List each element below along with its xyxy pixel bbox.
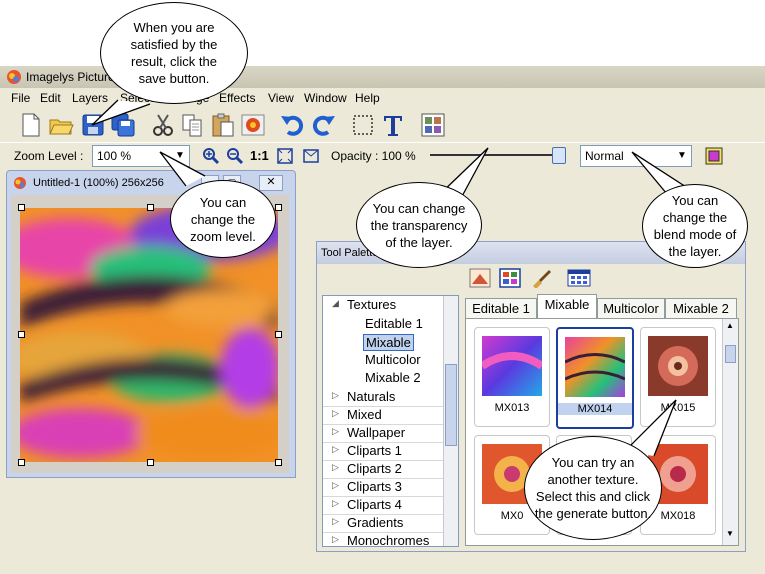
menu-effects[interactable]: Effects [219,91,255,105]
opacity-label: Opacity : 100 % [331,149,416,163]
menu-window[interactable]: Window [304,91,347,105]
resize-handle[interactable] [275,459,282,466]
resize-handle[interactable] [275,204,282,211]
callout-opacity: You can change the transparency of the l… [356,182,482,268]
category-tree: ◢ Textures Editable 1 Mixable Multicolor… [322,295,459,547]
tree-sub-mixable[interactable]: Mixable [363,334,414,351]
callout-save: When you are satisfied by the result, cl… [100,2,248,104]
callout-blend: You can change the blend mode of the lay… [642,184,748,268]
tree-sub-multicolor[interactable]: Multicolor [365,352,421,367]
brush-icon[interactable] [529,268,553,288]
blend-mode-select[interactable]: Normal ▼ [580,145,692,167]
chevron-down-icon[interactable]: ▼ [173,148,187,163]
document-title: Untitled-1 (100%) 256x256 [33,177,164,189]
tab-editable-1[interactable]: Editable 1 [465,298,537,320]
window-layout-icon[interactable] [567,268,591,288]
scroll-down-icon[interactable]: ▼ [725,529,735,539]
tree-scroll-thumb[interactable] [445,364,457,446]
texture-cell[interactable]: MX013 [474,327,550,427]
tab-mixable-2[interactable]: Mixable 2 [665,298,737,320]
paste-icon[interactable] [210,112,236,138]
grid-scroll-thumb[interactable] [725,345,736,363]
new-file-icon[interactable] [18,112,44,138]
save-all-icon[interactable] [110,112,136,138]
open-folder-icon[interactable] [48,112,74,138]
texture-cell-selected[interactable]: MX014 [556,327,634,429]
thumbnails-icon[interactable] [420,112,446,138]
copy-icon[interactable] [180,112,206,138]
actual-size-button[interactable]: 1:1 [250,148,269,163]
menu-help[interactable]: Help [355,91,380,105]
fit-window-icon[interactable] [276,147,294,165]
layer-properties-icon[interactable] [704,146,724,166]
zoom-in-icon[interactable] [202,147,220,165]
zoom-label: Zoom Level : [14,149,84,163]
texture-cell[interactable]: MX015 [640,327,716,427]
paint-icon[interactable] [469,268,491,288]
tree-sub-mixable-2[interactable]: Mixable 2 [365,370,421,385]
texture-thumbnail [482,336,542,396]
menu-bar: File Edit Layers Selection Image Effects… [0,88,765,108]
tree-item[interactable]: ▷ Naturals [323,388,443,407]
tree-item[interactable]: ▷ Gradients [323,514,443,533]
close-icon[interactable]: ✕ [259,175,283,191]
undo-icon[interactable] [280,112,306,138]
menu-file[interactable]: File [11,91,30,105]
tree-item[interactable]: ▷ Cliparts 2 [323,460,443,479]
resize-handle[interactable] [18,331,25,338]
app-logo-icon [7,70,21,84]
tree-item[interactable]: ▷ Cliparts 1 [323,442,443,461]
full-screen-icon[interactable] [302,147,320,165]
tree-sub-editable-1[interactable]: Editable 1 [365,316,423,331]
blend-value: Normal [585,149,624,163]
tree-item[interactable]: ▷ Cliparts 3 [323,478,443,497]
redo-icon[interactable] [310,112,336,138]
rect-select-icon[interactable] [350,112,376,138]
resize-handle[interactable] [18,459,25,466]
main-toolbar [8,108,448,143]
tree-item[interactable]: ▷ Wallpaper [323,424,443,443]
tree-item[interactable]: ▷ Cliparts 4 [323,496,443,515]
callout-texture: You can try an another texture. Select t… [524,436,662,540]
menu-edit[interactable]: Edit [40,91,61,105]
options-bar: Zoom Level : 100 % ▼ 1:1 Opacity : 100 %… [0,142,765,170]
scroll-up-icon[interactable]: ▲ [725,321,735,331]
cut-icon[interactable] [150,112,176,138]
opacity-slider[interactable] [552,147,566,164]
resize-handle[interactable] [147,204,154,211]
menu-layers[interactable]: Layers [72,91,108,105]
tree-item[interactable]: ▷ Monochromes [323,532,443,546]
zoom-out-icon[interactable] [226,147,244,165]
zoom-value: 100 % [97,149,132,163]
texture-thumbnail [565,337,625,397]
tab-mixable[interactable]: Mixable [537,294,597,319]
callout-zoom: You can change the zoom level. [170,180,276,258]
tree-item-textures[interactable]: ◢ Textures [323,296,443,314]
document-icon [14,177,26,189]
opacity-track[interactable] [430,154,560,156]
resize-handle[interactable] [275,331,282,338]
text-tool-icon[interactable] [380,112,406,138]
resize-handle[interactable] [147,459,154,466]
chevron-down-icon[interactable]: ▼ [675,148,689,163]
grid-scrollbar[interactable]: ▲ ▼ [722,319,738,545]
expand-icon[interactable]: ◢ [332,298,339,309]
resize-handle[interactable] [18,204,25,211]
texture-thumbnail [648,336,708,396]
zoom-select[interactable]: 100 % ▼ [92,145,190,167]
save-icon[interactable] [80,112,106,138]
image-effect-icon[interactable] [240,112,266,138]
texture-grid-icon[interactable] [499,268,521,288]
tree-item[interactable]: ▷ Mixed [323,406,443,425]
menu-view[interactable]: View [268,91,294,105]
tab-multicolor[interactable]: Multicolor [597,298,665,320]
